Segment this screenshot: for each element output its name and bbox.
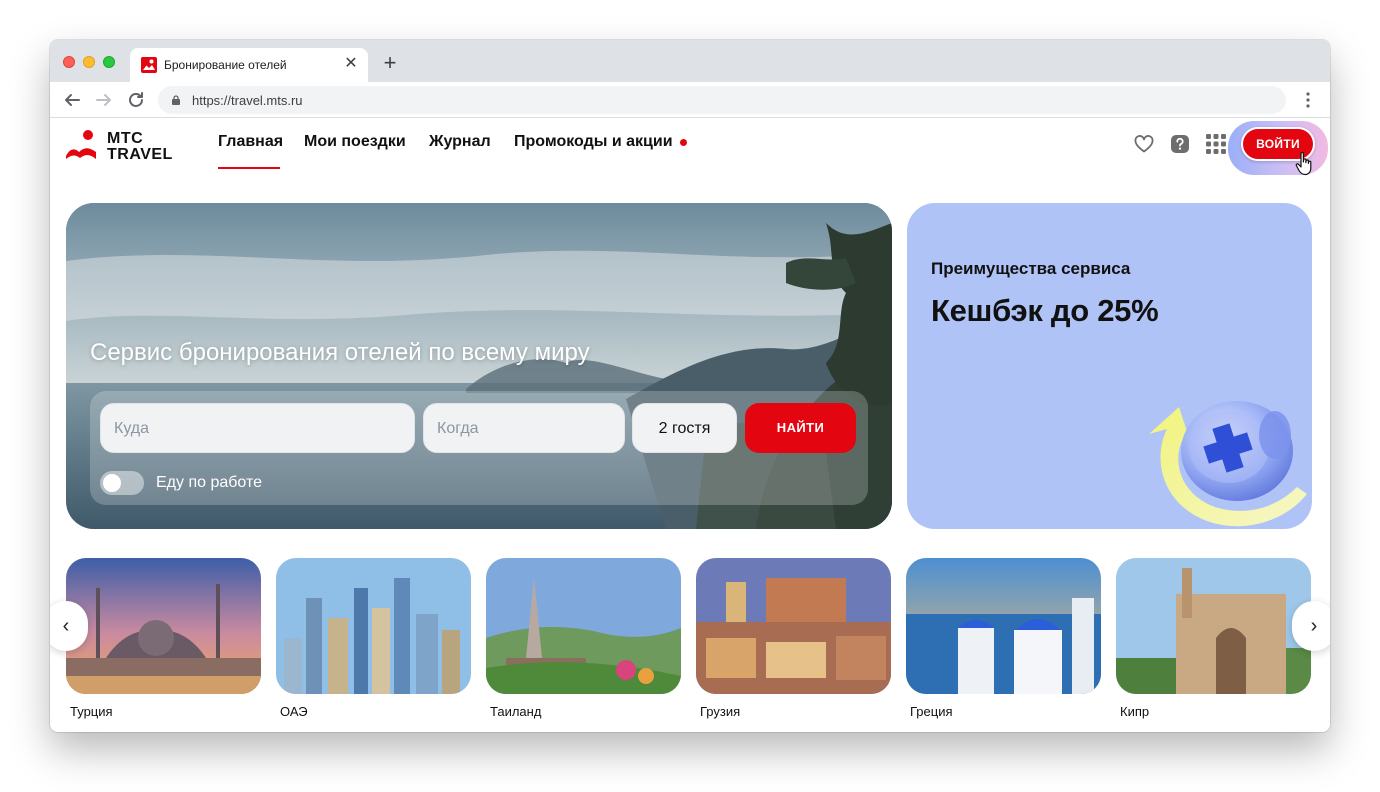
carousel-prev-button[interactable]: ‹	[50, 601, 88, 651]
promo-subtitle: Преимущества сервиса	[931, 259, 1131, 278]
destination-label: Таиланд	[490, 704, 542, 719]
destination-label: Турция	[70, 704, 113, 719]
destination-image	[906, 558, 1101, 694]
destination-label: ОАЭ	[280, 704, 308, 719]
destination-label: Греция	[910, 704, 953, 719]
destination-card-greece[interactable]: Греция	[906, 558, 1101, 719]
back-arrow-icon[interactable]	[60, 88, 84, 112]
promo-title: Кешбэк до 25%	[931, 293, 1159, 328]
find-button[interactable]: НАЙТИ	[745, 403, 856, 453]
destination-card-cyprus[interactable]: Кипр	[1116, 558, 1311, 719]
site-favicon-icon	[141, 57, 157, 73]
tab-title: Бронирование отелей	[164, 58, 287, 72]
toggle-knob	[103, 474, 121, 492]
help-icon[interactable]	[1169, 133, 1191, 155]
lock-icon	[172, 95, 180, 105]
destination-input[interactable]: Куда	[100, 403, 415, 453]
page-content: МТС TRAVEL Главная Мои поездки Журнал Пр…	[50, 119, 1330, 732]
hand-cursor-icon	[1295, 151, 1312, 176]
destination-card-thailand[interactable]: Таиланд	[486, 558, 681, 719]
destination-label: Кипр	[1120, 704, 1150, 719]
browser-window: Бронирование отелей ✕ + https://travel.m…	[50, 40, 1330, 732]
logo-text-travel: TRAVEL	[107, 146, 173, 163]
heart-icon[interactable]	[1133, 133, 1155, 155]
cashback-arrow-icon	[1149, 401, 1307, 527]
nav-link-home[interactable]: Главная	[218, 133, 283, 151]
carousel-next-button[interactable]: ›	[1292, 601, 1330, 651]
more-menu-icon[interactable]	[1298, 90, 1318, 110]
browser-tab[interactable]: Бронирование отелей ✕	[130, 48, 368, 82]
minimize-window-button[interactable]	[83, 56, 95, 68]
forward-arrow-icon[interactable]	[92, 88, 116, 112]
active-nav-underline	[218, 167, 280, 169]
tab-bar: Бронирование отелей ✕ +	[50, 40, 1330, 82]
notification-dot	[680, 139, 687, 146]
url-text[interactable]: https://travel.mts.ru	[192, 93, 303, 108]
work-trip-toggle[interactable]	[100, 471, 144, 495]
destination-card-turkey[interactable]: Турция	[66, 558, 261, 719]
destination-image	[276, 558, 471, 694]
search-panel: Куда Когда 2 гостя НАЙТИ Еду по работе	[90, 391, 868, 505]
browser-toolbar: https://travel.mts.ru	[50, 82, 1330, 118]
destination-card-uae[interactable]: ОАЭ	[276, 558, 471, 719]
close-window-button[interactable]	[63, 56, 75, 68]
destination-image	[486, 558, 681, 694]
destination-image	[66, 558, 261, 694]
mts-travel-logo[interactable]: МТС TRAVEL	[66, 129, 186, 163]
new-tab-button[interactable]: +	[378, 52, 402, 76]
destination-image	[1116, 558, 1311, 694]
work-trip-label: Еду по работе	[156, 474, 263, 491]
nav-link-my-trips[interactable]: Мои поездки	[304, 133, 406, 151]
destination-card-georgia[interactable]: Грузия	[696, 558, 891, 719]
dates-input[interactable]: Когда	[423, 403, 625, 453]
destination-image	[696, 558, 891, 694]
nav-link-journal[interactable]: Журнал	[429, 133, 491, 151]
hero-banner: Сервис бронирования отелей по всему миру…	[66, 203, 892, 529]
nav-link-promos[interactable]: Промокоды и акции	[514, 133, 673, 151]
cashback-promo-card[interactable]: Преимущества сервиса Кешбэк до 25%	[907, 203, 1312, 529]
mts-logo-icon	[66, 130, 96, 159]
destination-label: Грузия	[700, 704, 741, 719]
reload-icon[interactable]	[124, 88, 148, 112]
apps-grid-icon[interactable]	[1205, 133, 1227, 155]
tab-close-icon[interactable]: ✕	[342, 55, 360, 73]
guests-select[interactable]: 2 гостя	[632, 403, 737, 453]
address-bar[interactable]: https://travel.mts.ru	[158, 86, 1286, 114]
maximize-window-button[interactable]	[103, 56, 115, 68]
hero-title: Сервис бронирования отелей по всему миру	[90, 339, 590, 366]
